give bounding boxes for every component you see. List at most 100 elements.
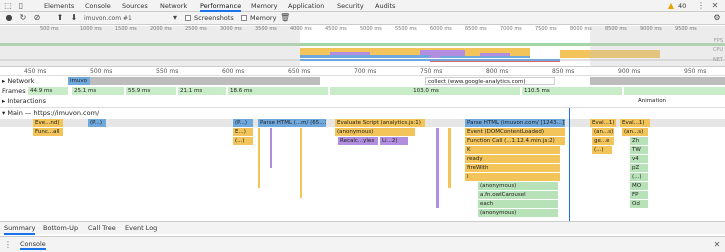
flame-item[interactable]: Eve...nd): [33, 119, 63, 127]
frames-track[interactable]: Frames 44.9 ms 25.1 ms 55.9 ms 21.1 ms 1…: [0, 86, 725, 96]
flame-item[interactable]: (anonymous): [478, 182, 558, 190]
load-profile-icon[interactable]: ⬆: [55, 13, 65, 23]
tab-security[interactable]: Security: [337, 0, 364, 12]
animation-item[interactable]: Animation: [636, 97, 676, 105]
network-request-bar[interactable]: [90, 77, 320, 85]
flame-item[interactable]: K: [465, 146, 560, 154]
screenshots-label: Screenshots: [194, 14, 234, 22]
flame-item[interactable]: (anonymous): [478, 209, 558, 217]
tab-elements[interactable]: Elements: [44, 0, 74, 12]
tab-event-log[interactable]: Event Log: [125, 222, 157, 235]
warning-icon[interactable]: ▲: [666, 1, 676, 11]
drawer-menu-icon[interactable]: ⋮: [3, 240, 13, 250]
flame-item[interactable]: i: [465, 173, 560, 181]
flame-item[interactable]: (...): [592, 146, 612, 154]
drawer-close-icon[interactable]: ✕: [712, 240, 722, 250]
device-toolbar-icon[interactable]: ▯: [16, 1, 26, 11]
reload-record-icon[interactable]: ↻: [18, 13, 28, 23]
inspect-element-icon[interactable]: ⬚: [3, 1, 13, 11]
frame-item[interactable]: 21.1 ms: [178, 87, 226, 95]
frame-item[interactable]: 110.5 ms: [522, 87, 622, 95]
overview-unselected-left: [0, 26, 300, 66]
flame-item[interactable]: (an...s): [592, 128, 614, 136]
close-icon[interactable]: ✕: [710, 1, 720, 11]
flame-item[interactable]: ready: [465, 155, 560, 163]
warning-count[interactable]: 40: [678, 0, 686, 12]
memory-label: Memory: [250, 14, 277, 22]
overview-tick: 1500 ms: [115, 26, 137, 32]
garbage-collect-icon[interactable]: 🗑: [280, 13, 290, 23]
timeline-overview[interactable]: 500 ms 1000 ms 1500 ms 2000 ms 2500 ms 3…: [0, 26, 725, 66]
ruler-tick: 650 ms: [288, 68, 311, 75]
overview-tick: 4500 ms: [325, 26, 347, 32]
network-request[interactable]: imuvo: [68, 77, 90, 85]
flame-item[interactable]: ge...e: [592, 137, 614, 145]
flame-item[interactable]: Parse HTML (imuvon.com/ [1243...]): [465, 119, 565, 127]
tab-audits[interactable]: Audits: [375, 0, 395, 12]
fps-label: FPS: [713, 38, 723, 44]
tab-summary[interactable]: Summary: [4, 222, 36, 235]
activity-stripe: [436, 128, 439, 208]
overview-tick: 8000 ms: [570, 26, 592, 32]
tab-application[interactable]: Application: [288, 0, 324, 12]
flame-item[interactable]: Eval...1): [590, 119, 616, 127]
frame-item[interactable]: [624, 87, 725, 95]
flame-item[interactable]: (P...): [88, 119, 106, 127]
flame-item[interactable]: a.fn.owlCarousel: [478, 191, 558, 199]
flame-item[interactable]: (an...s): [622, 128, 648, 136]
flame-item[interactable]: MO: [630, 182, 648, 190]
activity-stripe: [300, 128, 302, 198]
flame-item[interactable]: Recalc...yles: [338, 137, 378, 145]
flame-item[interactable]: (P...): [233, 119, 253, 127]
main-thread-track[interactable]: ▾ Main — https://imuvon.com/ Eve...nd) (…: [0, 107, 725, 222]
flame-item[interactable]: Evaluate Script (analytics.js:1): [335, 119, 425, 127]
profile-select[interactable]: imuvon.com #1: [84, 14, 176, 23]
flame-item[interactable]: Eval...1): [620, 119, 650, 127]
frame-item[interactable]: 18.6 ms: [228, 87, 328, 95]
tab-bottom-up[interactable]: Bottom-Up: [43, 222, 78, 235]
network-track[interactable]: ▸ Network imuvo collect (www.google-anal…: [0, 76, 725, 86]
flame-item[interactable]: (anonymous): [335, 128, 415, 136]
chevron-down-icon[interactable]: ▾: [170, 13, 180, 23]
flame-item[interactable]: each: [478, 200, 558, 208]
flame-item[interactable]: Zh: [630, 137, 648, 145]
flame-item[interactable]: E...): [233, 128, 253, 136]
interactions-track-label: ▸ Interactions: [2, 97, 46, 105]
frame-item[interactable]: 44.9 ms: [28, 87, 68, 95]
more-options-icon[interactable]: ⋮: [696, 1, 706, 11]
flame-item[interactable]: Od: [630, 200, 648, 208]
screenshots-checkbox[interactable]: [185, 15, 191, 21]
flame-item[interactable]: (...): [630, 173, 648, 181]
interactions-track[interactable]: ▸ Interactions Animation: [0, 96, 725, 106]
flame-item[interactable]: Parse HTML (...m/ (65...393]): [258, 119, 326, 127]
tab-performance[interactable]: Performance: [200, 0, 242, 12]
record-icon[interactable]: ●: [4, 13, 14, 23]
settings-gear-icon[interactable]: ⚙: [712, 13, 722, 23]
tab-sources[interactable]: Sources: [122, 0, 148, 12]
frame-item[interactable]: 103.0 ms: [330, 87, 520, 95]
network-request-bar[interactable]: [590, 77, 725, 85]
frame-item[interactable]: 25.1 ms: [72, 87, 124, 95]
flame-item[interactable]: TW: [630, 146, 648, 154]
flame-item[interactable]: Li...2): [380, 137, 408, 145]
flame-item[interactable]: (...): [233, 137, 253, 145]
flame-item[interactable]: v4: [630, 155, 648, 163]
flame-item[interactable]: pZ: [630, 164, 648, 172]
tab-call-tree[interactable]: Call Tree: [88, 222, 116, 235]
flame-item[interactable]: Function Call (...1.12.4.min.js:2): [465, 137, 565, 145]
tab-memory[interactable]: Memory: [251, 0, 277, 12]
flame-item[interactable]: Event (DOMContentLoaded): [465, 128, 565, 136]
flame-item[interactable]: Func...all: [33, 128, 63, 136]
drawer-tab-console[interactable]: Console: [20, 238, 46, 250]
tab-console[interactable]: Console: [85, 0, 111, 12]
flame-item[interactable]: fireWith: [465, 164, 560, 172]
memory-checkbox[interactable]: [241, 15, 247, 21]
clear-icon[interactable]: ⊘: [32, 13, 42, 23]
activity-stripe: [270, 128, 272, 168]
network-request[interactable]: collect (www.google-analytics.com): [425, 77, 555, 85]
flame-item[interactable]: FP: [630, 191, 648, 199]
overview-tick: 3000 ms: [220, 26, 242, 32]
frame-item[interactable]: 55.9 ms: [126, 87, 176, 95]
save-profile-icon[interactable]: ⬇: [69, 13, 79, 23]
tab-network[interactable]: Network: [160, 0, 187, 12]
